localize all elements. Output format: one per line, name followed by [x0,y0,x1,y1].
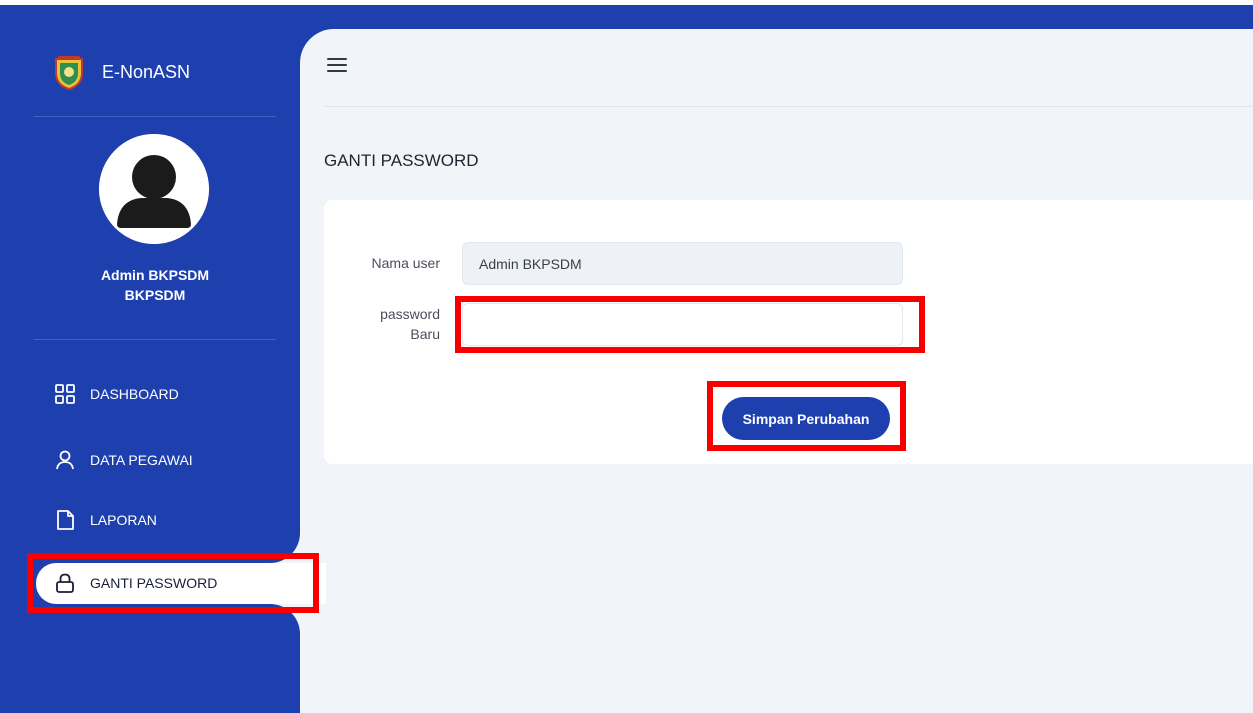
user-name: Admin BKPSDM [100,267,210,283]
page-title: GANTI PASSWORD [324,151,479,170]
app-title: E-NonASN [102,61,191,82]
sidebar-item-data-pegawai[interactable]: DATA PEGAWAI [54,446,193,474]
sidebar [0,5,300,713]
header-divider [324,106,1253,107]
new-password-label-line: password [380,306,440,322]
grid-icon [55,384,75,404]
sidebar-item-dashboard[interactable]: DASHBOARD [54,380,179,408]
regional-emblem-icon [55,56,83,91]
sidebar-divider [34,339,276,340]
sidebar-divider [34,116,276,117]
username-label: Nama user [371,255,440,271]
user-avatar-icon [99,134,209,244]
sidebar-item-laporan[interactable]: LAPORAN [54,506,157,534]
user-icon [56,450,74,470]
app-brand[interactable]: E-NonASN [50,52,190,92]
hamburger-menu-button[interactable] [326,55,350,75]
sidebar-item-label: GANTI PASSWORD [90,575,218,591]
file-icon [57,510,74,530]
lock-icon [56,573,74,593]
save-changes-button[interactable]: Simpan Perubahan [722,397,890,440]
user-unit: BKPSDM [124,287,186,303]
sidebar-item-ganti-password[interactable]: GANTI PASSWORD [54,569,217,597]
sidebar-item-label: LAPORAN [90,512,157,528]
new-password-input[interactable] [462,303,903,346]
sidebar-item-label: DASHBOARD [90,386,179,402]
username-field[interactable] [462,242,903,285]
avatar [99,134,209,244]
new-password-label: password Baru [340,304,440,344]
new-password-label-line: Baru [410,326,440,342]
sidebar-item-label: DATA PEGAWAI [90,452,193,468]
hamburger-icon [327,58,347,72]
